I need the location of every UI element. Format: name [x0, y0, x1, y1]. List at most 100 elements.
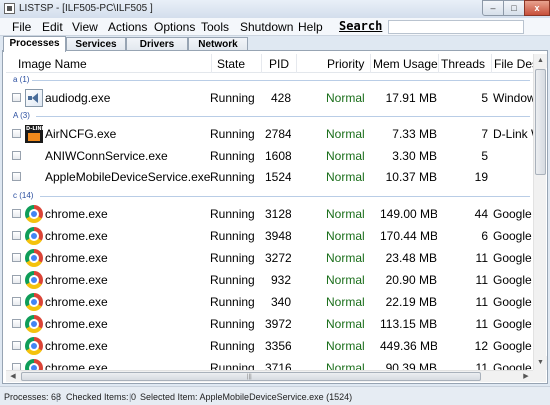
- row-checkbox[interactable]: [12, 129, 21, 138]
- table-row[interactable]: chrome.exe Running 932 Normal 20.90 MB 1…: [6, 269, 533, 291]
- file-description-cell: Google C: [493, 317, 533, 331]
- mem-usage-cell: 149.00 MB: [380, 207, 437, 221]
- table-row[interactable]: ANIWConnService.exe Running 1608 Normal …: [6, 145, 533, 167]
- tab-network[interactable]: Network: [188, 37, 248, 51]
- process-list[interactable]: Image Name State PID Priority Mem Usage …: [6, 54, 533, 370]
- table-row[interactable]: chrome.exe Running 3716 Normal 90.39 MB …: [6, 357, 533, 370]
- mem-usage-cell: 449.36 MB: [380, 339, 437, 353]
- processes-panel: Image Name State PID Priority Mem Usage …: [2, 50, 548, 384]
- title-bar: LISTSP - [ILF505-PC\ILF505 ] – □ x: [0, 0, 550, 18]
- row-checkbox[interactable]: [12, 363, 21, 370]
- table-row[interactable]: chrome.exe Running 340 Normal 22.19 MB 1…: [6, 291, 533, 313]
- row-checkbox[interactable]: [12, 341, 21, 350]
- priority-cell: Normal: [326, 317, 365, 331]
- grip-icon: |||: [247, 374, 252, 380]
- scroll-down-icon[interactable]: ▼: [534, 356, 547, 370]
- scroll-thumb[interactable]: [535, 69, 546, 175]
- state-cell: Running: [210, 361, 255, 370]
- app-icon: [4, 3, 15, 14]
- tab-processes[interactable]: Processes: [3, 36, 66, 52]
- image-name: chrome.exe: [45, 207, 108, 221]
- col-priority[interactable]: Priority: [327, 57, 364, 71]
- menu-edit[interactable]: Edit: [42, 20, 63, 34]
- file-description-cell: Google C: [493, 273, 533, 287]
- col-pid[interactable]: PID: [269, 57, 289, 71]
- priority-cell: Normal: [326, 91, 365, 105]
- status-separator: |: [129, 392, 132, 402]
- priority-cell: Normal: [326, 229, 365, 243]
- pid-cell: 3356: [265, 339, 291, 353]
- menu-help[interactable]: Help: [298, 20, 323, 34]
- table-row[interactable]: chrome.exe Running 3948 Normal 170.44 MB…: [6, 225, 533, 247]
- col-file-description[interactable]: File Des: [494, 57, 533, 71]
- file-description-cell: Google C: [493, 339, 533, 353]
- row-checkbox[interactable]: [12, 231, 21, 240]
- close-button[interactable]: x: [524, 0, 550, 16]
- mem-usage-cell: 10.37 MB: [385, 170, 437, 184]
- file-description-cell: Google C: [493, 207, 533, 221]
- row-checkbox[interactable]: [12, 275, 21, 284]
- chrome-icon: [25, 337, 43, 355]
- menu-view[interactable]: View: [72, 20, 98, 34]
- priority-cell: Normal: [326, 127, 365, 141]
- selected-item: Selected Item: AppleMobileDeviceService.…: [140, 392, 353, 402]
- menu-file[interactable]: File: [12, 20, 31, 34]
- search-input[interactable]: [388, 20, 524, 34]
- group-label[interactable]: A (3): [13, 111, 30, 120]
- table-row[interactable]: chrome.exe Running 3272 Normal 23.48 MB …: [6, 247, 533, 269]
- table-row[interactable]: D-LINK AirNCFG.exe Running 2784 Normal 7…: [6, 123, 533, 145]
- row-checkbox[interactable]: [12, 319, 21, 328]
- scroll-left-icon[interactable]: ◀: [6, 371, 20, 383]
- tab-drivers[interactable]: Drivers: [126, 37, 188, 51]
- pid-cell: 340: [270, 295, 291, 309]
- menu-options[interactable]: Options: [154, 20, 195, 34]
- row-checkbox[interactable]: [12, 151, 21, 160]
- image-name: AirNCFG.exe: [45, 127, 117, 141]
- menu-tools[interactable]: Tools: [201, 20, 229, 34]
- table-row[interactable]: chrome.exe Running 3972 Normal 113.15 MB…: [6, 313, 533, 335]
- group-label[interactable]: c (14): [13, 191, 33, 200]
- table-row[interactable]: AppleMobileDeviceService.exe Running 152…: [6, 166, 533, 188]
- row-checkbox[interactable]: [12, 172, 21, 181]
- chrome-icon: [25, 205, 43, 223]
- scroll-right-icon[interactable]: ▶: [519, 371, 533, 383]
- image-name: chrome.exe: [45, 361, 108, 370]
- table-row[interactable]: audiodg.exe Running 428 Normal 17.91 MB …: [6, 87, 533, 109]
- minimize-button[interactable]: –: [482, 0, 504, 16]
- horizontal-scrollbar[interactable]: ◀ ||| ▶: [6, 370, 533, 382]
- threads-cell: 12: [474, 339, 488, 353]
- priority-cell: Normal: [326, 361, 365, 370]
- menu-actions[interactable]: Actions: [108, 20, 147, 34]
- table-row[interactable]: chrome.exe Running 3128 Normal 149.00 MB…: [6, 203, 533, 225]
- pid-cell: 428: [270, 91, 291, 105]
- file-description-cell: D-Link W: [493, 127, 533, 141]
- row-checkbox[interactable]: [12, 209, 21, 218]
- mem-usage-cell: 7.33 MB: [392, 127, 437, 141]
- row-checkbox[interactable]: [12, 253, 21, 262]
- image-name: chrome.exe: [45, 273, 108, 287]
- table-row[interactable]: chrome.exe Running 3356 Normal 449.36 MB…: [6, 335, 533, 357]
- col-threads[interactable]: Threads: [441, 57, 485, 71]
- threads-cell: 44: [474, 207, 488, 221]
- row-checkbox[interactable]: [12, 297, 21, 306]
- scroll-up-icon[interactable]: ▲: [534, 54, 547, 68]
- state-cell: Running: [210, 149, 255, 163]
- col-image-name[interactable]: Image Name: [18, 57, 87, 71]
- col-state[interactable]: State: [217, 57, 245, 71]
- vertical-scrollbar[interactable]: ▲ ▼: [533, 54, 547, 370]
- pid-cell: 2784: [265, 127, 291, 141]
- menu-shutdown[interactable]: Shutdown: [240, 20, 293, 34]
- row-checkbox[interactable]: [12, 93, 21, 102]
- scroll-thumb[interactable]: |||: [21, 372, 481, 381]
- state-cell: Running: [210, 229, 255, 243]
- state-cell: Running: [210, 273, 255, 287]
- col-mem-usage[interactable]: Mem Usage: [373, 57, 438, 71]
- threads-cell: 11: [475, 251, 488, 265]
- group-divider: [40, 196, 530, 197]
- status-separator: |: [56, 392, 59, 402]
- tab-services[interactable]: Services: [66, 37, 126, 51]
- state-cell: Running: [210, 339, 255, 353]
- group-label[interactable]: a (1): [13, 75, 29, 84]
- mem-usage-cell: 17.91 MB: [385, 91, 437, 105]
- maximize-button[interactable]: □: [503, 0, 525, 16]
